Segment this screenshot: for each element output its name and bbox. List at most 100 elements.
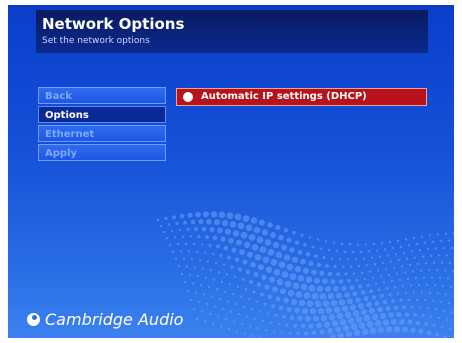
background-dot: [278, 305, 284, 311]
background-dot: [247, 298, 251, 301]
background-dot: [339, 318, 347, 326]
background-dot: [271, 304, 275, 309]
background-dot: [371, 295, 377, 300]
background-dot: [335, 249, 339, 253]
background-dot: [311, 330, 317, 335]
menu-item-apply[interactable]: Apply: [38, 144, 166, 161]
background-dot: [371, 276, 375, 279]
background-dot: [412, 291, 416, 294]
background-dot: [421, 255, 425, 258]
menu-item-back[interactable]: Back: [38, 87, 166, 104]
background-dot: [284, 280, 292, 288]
background-dot: [385, 326, 393, 333]
background-dot: [357, 303, 365, 310]
background-dot: [303, 292, 311, 299]
background-dot: [183, 281, 187, 284]
background-dot: [320, 314, 328, 322]
background-dot: [191, 282, 195, 285]
background-dot: [218, 297, 222, 301]
background-dot: [370, 256, 374, 260]
background-dot: [174, 257, 178, 260]
background-dot: [382, 281, 386, 284]
background-dot: [373, 263, 377, 266]
background-dot: [255, 300, 259, 304]
background-dot: [192, 308, 196, 311]
background-dot: [314, 254, 318, 258]
background-dot: [246, 251, 254, 258]
background-dot: [192, 242, 196, 246]
background-dot: [189, 298, 193, 302]
background-dot: [355, 278, 359, 282]
background-dot: [377, 288, 381, 292]
background-dot: [237, 312, 241, 316]
background-dot: [261, 319, 265, 323]
background-dot: [300, 233, 304, 237]
background-dot: [178, 228, 182, 232]
background-dot: [359, 250, 363, 254]
background-dot: [201, 226, 207, 232]
background-dot: [342, 325, 350, 332]
background-dot: [297, 315, 303, 321]
background-dot: [179, 250, 183, 253]
background-dot: [227, 327, 231, 331]
background-dot: [362, 257, 366, 260]
background-dot: [328, 313, 336, 321]
background-dot: [400, 265, 404, 268]
background-dot: [289, 273, 297, 280]
background-dot: [365, 264, 369, 267]
background-dot: [348, 243, 352, 246]
background-dot: [206, 260, 210, 263]
background-dot: [198, 258, 202, 262]
background-dot: [231, 292, 235, 296]
menu-item-label: Apply: [45, 148, 78, 159]
background-dot: [286, 263, 294, 271]
background-dot: [344, 292, 350, 298]
background-dot: [330, 334, 336, 338]
background-dot: [346, 298, 354, 305]
background-dot: [360, 271, 364, 274]
background-dot: [233, 275, 237, 279]
background-dot: [402, 251, 406, 255]
background-dot: [197, 234, 201, 239]
background-dot: [316, 262, 322, 268]
background-dot: [212, 278, 216, 281]
background-dot: [304, 331, 308, 336]
background-dot: [297, 249, 303, 255]
background-dot: [300, 283, 308, 291]
background-dot: [363, 277, 367, 281]
background-dot: [240, 322, 244, 326]
background-dot: [211, 322, 215, 325]
background-dot: [254, 253, 262, 261]
background-dot: [378, 255, 382, 259]
background-dot: [196, 274, 200, 278]
background-dot: [341, 285, 347, 291]
dhcp-option[interactable]: Automatic IP settings (DHCP): [176, 88, 427, 106]
background-dot: [295, 291, 303, 298]
background-dot: [349, 265, 353, 268]
menu-item-ethernet[interactable]: Ethernet: [38, 125, 166, 142]
background-dot: [198, 219, 204, 225]
menu-item-label: Ethernet: [45, 129, 95, 140]
background-dot: [368, 307, 376, 314]
background-dot: [197, 300, 201, 304]
background-dot: [336, 272, 340, 277]
menu-item-options[interactable]: Options: [38, 106, 166, 123]
background-dot: [443, 335, 447, 338]
background-dot: [234, 257, 240, 262]
background-dot: [217, 271, 221, 274]
background-dot: [276, 278, 284, 286]
background-dot: [213, 305, 217, 308]
background-dot: [414, 276, 418, 280]
background-dot: [239, 295, 243, 298]
background-dot: [309, 307, 317, 315]
background-dot: [170, 229, 174, 233]
background-dot: [376, 269, 380, 272]
background-dot: [300, 258, 306, 265]
background-dot: [208, 312, 212, 316]
background-dot: [212, 235, 218, 241]
background-dot: [251, 334, 255, 337]
background-dot: [253, 226, 261, 234]
background-dot: [273, 268, 281, 276]
background-dot: [435, 332, 439, 337]
background-dot: [404, 312, 410, 317]
